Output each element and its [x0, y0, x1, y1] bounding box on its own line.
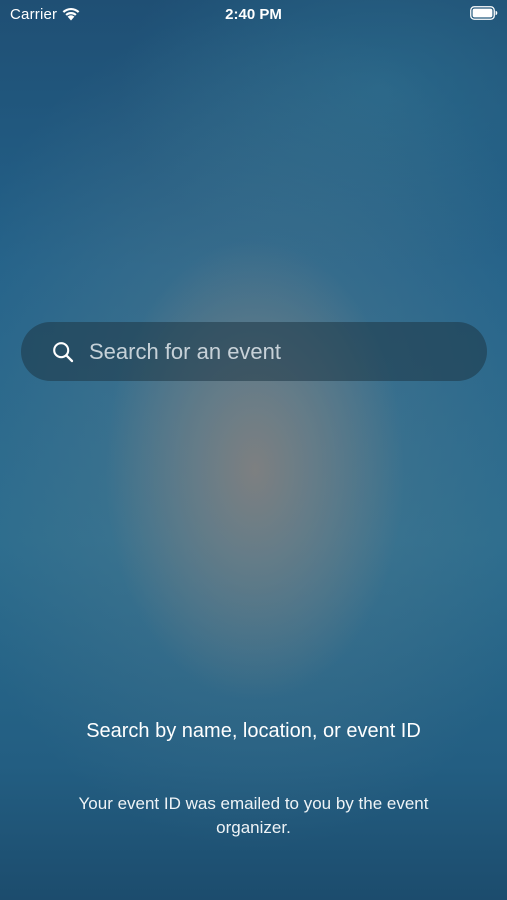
status-bar: Carrier 2:40 PM — [0, 0, 507, 28]
search-hint-title: Search by name, location, or event ID — [86, 720, 421, 742]
event-id-hint: Your event ID was emailed to you by the … — [78, 794, 429, 837]
status-time: 2:40 PM — [225, 6, 282, 23]
search-icon — [53, 342, 74, 363]
battery-icon — [470, 6, 498, 20]
search-input[interactable] — [89, 322, 469, 381]
search-bar[interactable] — [21, 322, 487, 381]
